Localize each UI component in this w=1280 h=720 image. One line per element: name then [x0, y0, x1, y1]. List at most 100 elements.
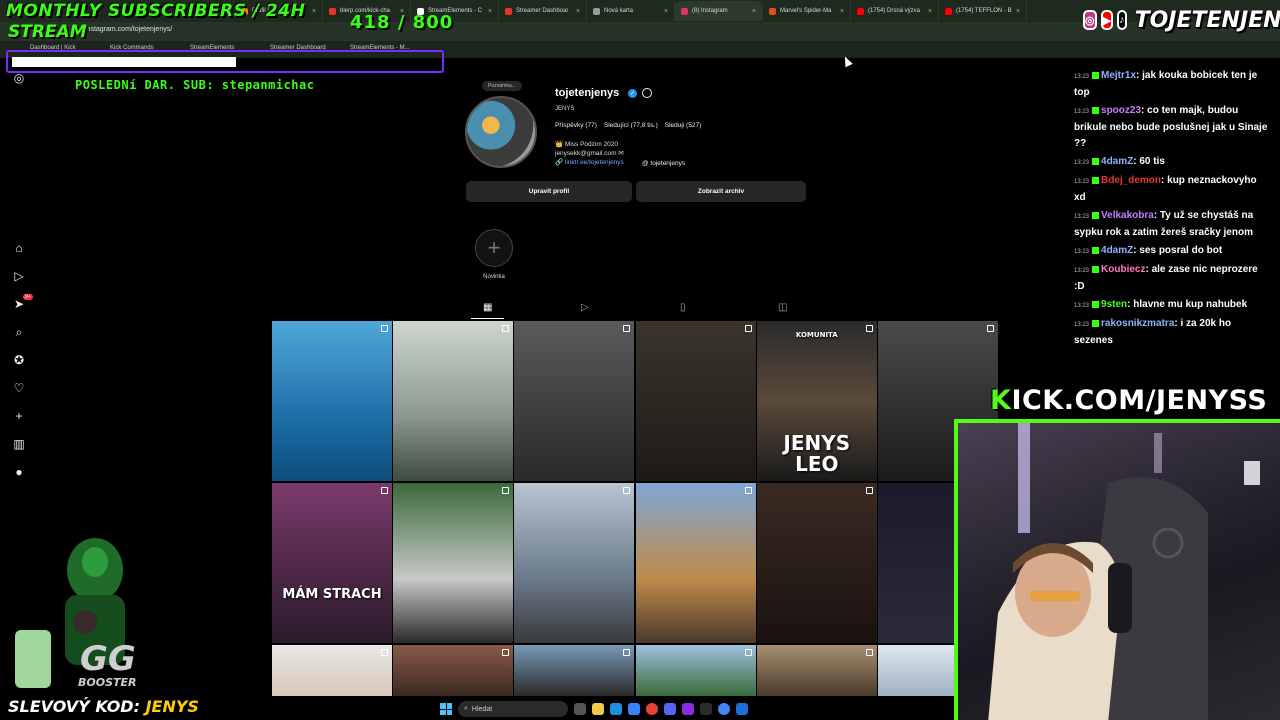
discount-label: SLEVOVÝ KOD:: [8, 697, 140, 716]
app-icon[interactable]: [682, 703, 694, 715]
profile-tabs: ▦ ▷ ▯ ◫: [272, 300, 998, 318]
post-thumbnail[interactable]: [514, 483, 635, 643]
post-thumbnail[interactable]: [272, 321, 392, 481]
post-thumbnail[interactable]: [756, 645, 877, 696]
tab-favicon-icon: [329, 7, 336, 15]
post-thumbnail[interactable]: [393, 321, 514, 481]
bio-link[interactable]: 🔗 linktr.ee/tojetenjenys: [555, 158, 624, 167]
browser-tab[interactable]: (1754) Drsná výzva ×: [851, 1, 939, 21]
threads-handle: tojetenjenys: [650, 160, 686, 167]
chat-username[interactable]: 9sten: [1101, 299, 1127, 310]
profile-icon[interactable]: ●: [11, 464, 27, 480]
windows-start-icon[interactable]: [440, 703, 452, 715]
post-thumbnail[interactable]: [272, 645, 392, 696]
chrome-icon[interactable]: [646, 703, 658, 715]
posts-grid: JENYS LEO KOMUNITA MÁM STRACH: [272, 321, 998, 696]
close-icon[interactable]: ×: [312, 8, 316, 15]
profile-avatar[interactable]: [465, 96, 537, 168]
post-thumbnail[interactable]: [635, 645, 756, 696]
tab-favicon-icon: [769, 7, 776, 15]
post-caption: MÁM STRACH: [282, 587, 382, 602]
close-icon[interactable]: ×: [488, 8, 492, 15]
profile-name: JENYS: [555, 106, 575, 112]
close-icon[interactable]: ×: [752, 8, 756, 15]
browser-tab[interactable]: Nová karta ×: [587, 1, 675, 21]
settings-gear-icon[interactable]: [642, 88, 652, 98]
chat-timestamp: 13:23: [1074, 322, 1090, 328]
close-icon[interactable]: ×: [576, 8, 580, 15]
badge-icon: [1092, 157, 1100, 165]
post-thumbnail[interactable]: JENYS LEO KOMUNITA: [756, 321, 877, 481]
chat-username[interactable]: rakosnikzmatra: [1101, 318, 1174, 329]
chat-timestamp: 13:23: [1074, 214, 1090, 220]
chat-username[interactable]: Mejtr1x: [1101, 70, 1136, 81]
multi-post-icon: [502, 487, 510, 494]
discord-icon[interactable]: [664, 703, 676, 715]
chat-username[interactable]: 4damZ: [1101, 156, 1133, 167]
reels-icon[interactable]: ▷: [11, 268, 27, 284]
home-icon[interactable]: ⌂: [11, 240, 27, 256]
post-thumbnail[interactable]: [393, 645, 514, 696]
multi-post-icon: [865, 649, 873, 656]
task-view-icon[interactable]: [574, 703, 586, 715]
tab-favicon-icon: [505, 7, 512, 15]
explore-icon[interactable]: ✪: [11, 352, 27, 368]
search-icon[interactable]: ⌕: [11, 324, 27, 340]
notifications-icon[interactable]: ♡: [11, 380, 27, 396]
multi-post-icon: [744, 649, 752, 656]
verified-badge-icon: ✓: [628, 89, 637, 98]
browser-tab[interactable]: Streamer Dashboar ×: [499, 1, 587, 21]
create-icon[interactable]: +: [11, 408, 27, 424]
instagram-icon[interactable]: ◎: [11, 70, 27, 86]
close-icon[interactable]: ×: [664, 8, 668, 15]
chat-username[interactable]: 4damZ: [1101, 245, 1133, 256]
url-text[interactable]: instagram.com/tojetenjenys/: [85, 26, 172, 33]
post-thumbnail[interactable]: MÁM STRACH: [272, 483, 392, 643]
messages-icon[interactable]: ➤ 9+: [11, 294, 33, 312]
browser-tab[interactable]: (8) Instagram ×: [675, 1, 763, 21]
multi-post-icon: [987, 325, 994, 332]
social-handle-banner: ◎ ▶ ♪ TOJETENJENYS: [1083, 3, 1280, 37]
following-count[interactable]: Sleduji (527): [665, 122, 702, 129]
close-icon[interactable]: ×: [1016, 8, 1020, 15]
last-donation-text: POSLEDNí DAR. SUB: stepanmichac: [75, 78, 315, 92]
threads-link[interactable]: @ tojetenjenys: [642, 160, 685, 167]
chat-timestamp: 13:23: [1074, 179, 1090, 185]
file-explorer-icon[interactable]: [592, 703, 604, 715]
booster-sponsor-graphic: GG BOOSTER: [10, 500, 170, 695]
chat-username[interactable]: Velkakobra: [1101, 210, 1154, 221]
chat-username[interactable]: Bdej_demon: [1101, 175, 1161, 186]
close-icon[interactable]: ×: [840, 8, 844, 15]
post-thumbnail[interactable]: [756, 483, 877, 643]
dashboard-icon[interactable]: ▥: [11, 436, 27, 452]
edge-icon[interactable]: [610, 703, 622, 715]
chat-username[interactable]: Koubiecz: [1101, 264, 1145, 275]
post-thumbnail[interactable]: [635, 483, 756, 643]
tab-posts-grid-icon[interactable]: ▦: [483, 302, 492, 313]
obs-icon[interactable]: [700, 703, 712, 715]
taskbar-search[interactable]: ⌕ Hledat: [458, 701, 568, 717]
tab-tagged-icon[interactable]: ◫: [778, 302, 787, 313]
post-thumbnail[interactable]: [514, 645, 635, 696]
post-thumbnail[interactable]: [514, 321, 635, 481]
edit-profile-button[interactable]: Upravit profil: [466, 181, 632, 202]
posts-count: Příspěvky (77): [555, 122, 597, 129]
notes-icon[interactable]: [736, 703, 748, 715]
kick-url-banner: KICK.COM/JENYSS: [990, 385, 1267, 416]
post-thumbnail[interactable]: [393, 483, 514, 643]
followers-count[interactable]: Sledující (77,8 tis.): [604, 122, 658, 129]
browser-tab[interactable]: Marvel's Spider-Ma ×: [763, 1, 851, 21]
tab-reels-icon[interactable]: ▷: [581, 302, 589, 313]
view-archive-button[interactable]: Zobrazit archiv: [636, 181, 806, 202]
chrome-profile-icon[interactable]: [718, 703, 730, 715]
store-icon[interactable]: [628, 703, 640, 715]
stream-chat: 13:23 Mejtr1x: jak kouka bobicek ten je t…: [1074, 68, 1270, 351]
close-icon[interactable]: ×: [928, 8, 932, 15]
new-highlight-plus-icon[interactable]: +: [475, 229, 513, 267]
tab-saved-bookmark-icon[interactable]: ▯: [680, 302, 686, 313]
browser-tab[interactable]: (1754) TEFFLON - B ×: [939, 1, 1027, 21]
chat-username[interactable]: spooz23: [1101, 105, 1141, 116]
chat-message: 13:23 Koubiecz: ale zase nic neprozere :D: [1074, 262, 1270, 295]
post-thumbnail[interactable]: [635, 321, 756, 481]
avatar-note[interactable]: Poznámka...: [482, 81, 522, 91]
